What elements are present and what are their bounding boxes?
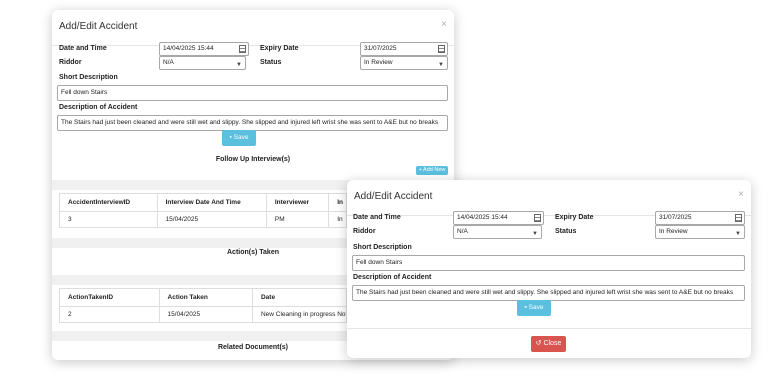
table-row[interactable]: 2 15/04/2025 New Cleaning in progress No… — [59, 306, 348, 323]
status-select[interactable]: In Review ▼ — [655, 225, 745, 239]
table-row[interactable]: 3 15/04/2025 PM In — [59, 211, 347, 228]
column-header: ActionTakenID — [59, 288, 160, 307]
description-input[interactable]: The Stairs had just been cleaned and wer… — [352, 285, 745, 301]
date-time-input[interactable]: 14/04/2025 15:44 — [453, 211, 544, 225]
modal-footer-divider — [347, 328, 751, 329]
table-cell: New Cleaning in progress Notice — [251, 306, 348, 323]
interview-table: AccidentInterviewID Interview Date And T… — [59, 193, 347, 228]
status-label: Status — [260, 59, 282, 66]
riddor-label: Riddor — [353, 228, 376, 235]
description-label: Description of Accident — [59, 104, 138, 111]
table-cell: 2 — [59, 306, 160, 323]
expiry-date-input[interactable]: 31/07/2025 — [655, 211, 745, 225]
short-description-input[interactable]: Fell down Stairs — [57, 85, 448, 101]
close-button-label: Close — [543, 340, 562, 347]
calendar-icon[interactable] — [239, 45, 246, 53]
close-icon[interactable]: × — [738, 189, 744, 200]
add-new-button[interactable]: + Add New — [416, 166, 448, 175]
modal-title: Add/Edit Accident — [59, 21, 138, 32]
table-header-row: ActionTakenID Action Taken Date — [59, 288, 348, 307]
short-description-value: Fell down Stairs — [61, 89, 108, 96]
calendar-icon[interactable] — [438, 45, 445, 53]
table-cell: In — [328, 211, 347, 228]
riddor-select[interactable]: N/A ▼ — [453, 225, 542, 239]
date-time-value: 14/04/2025 15:44 — [163, 45, 214, 52]
save-button-label: Save — [528, 304, 544, 311]
description-label: Description of Accident — [353, 274, 432, 281]
expiry-date-label: Expiry Date — [260, 45, 299, 52]
expiry-date-value: 31/07/2025 — [364, 45, 397, 52]
riddor-value: N/A — [163, 59, 174, 66]
date-time-input[interactable]: 14/04/2025 15:44 — [159, 42, 249, 56]
expiry-date-value: 31/07/2025 — [659, 214, 692, 221]
status-label: Status — [555, 228, 577, 235]
description-value: The Stairs had just been cleaned and wer… — [61, 119, 439, 126]
table-header-row: AccidentInterviewID Interview Date And T… — [59, 193, 347, 212]
modal-header: Add/Edit Accident × — [52, 10, 454, 46]
front-modal: Add/Edit Accident × Date and Time 14/04/… — [347, 180, 751, 358]
save-button-label: Save — [233, 134, 249, 141]
short-description-label: Short Description — [353, 244, 412, 251]
floppy-icon: ▪ — [524, 304, 527, 311]
date-time-value: 14/04/2025 15:44 — [457, 214, 508, 221]
actions-table: ActionTakenID Action Taken Date 2 15/04/… — [59, 288, 348, 323]
close-button[interactable]: ↺ Close — [531, 336, 566, 352]
table-cell: PM — [265, 211, 330, 228]
status-value: In Review — [659, 228, 688, 235]
description-value: The Stairs had just been cleaned and wer… — [356, 289, 734, 296]
status-select[interactable]: In Review ▼ — [360, 56, 448, 70]
calendar-icon[interactable] — [735, 214, 742, 222]
calendar-icon[interactable] — [534, 214, 541, 222]
status-value: In Review — [364, 59, 393, 66]
riddor-value: N/A — [457, 228, 468, 235]
chevron-down-icon: ▼ — [735, 231, 741, 237]
riddor-label: Riddor — [59, 59, 82, 66]
short-description-input[interactable]: Fell down Stairs — [352, 255, 745, 271]
column-header: In — [328, 193, 347, 212]
short-description-value: Fell down Stairs — [356, 259, 403, 266]
table-cell: 3 — [59, 211, 158, 228]
modal-title: Add/Edit Accident — [354, 191, 433, 202]
column-header: Action Taken — [158, 288, 253, 307]
save-button[interactable]: ▪ Save — [517, 300, 551, 316]
follow-up-heading: Follow Up Interview(s) — [215, 156, 291, 163]
expiry-date-input[interactable]: 31/07/2025 — [360, 42, 448, 56]
expiry-date-label: Expiry Date — [555, 214, 594, 221]
column-header: Interview Date And Time — [156, 193, 267, 212]
save-button[interactable]: ▪ Save — [222, 130, 256, 146]
column-header: Interviewer — [265, 193, 330, 212]
floppy-icon: ▪ — [229, 134, 232, 141]
date-time-label: Date and Time — [59, 45, 107, 52]
description-input[interactable]: The Stairs had just been cleaned and wer… — [57, 115, 448, 131]
table-cell: 15/04/2025 — [156, 211, 267, 228]
undo-icon: ↺ — [535, 340, 542, 347]
chevron-down-icon: ▼ — [236, 62, 242, 68]
date-time-label: Date and Time — [353, 214, 401, 221]
column-header: Date — [251, 288, 348, 307]
chevron-down-icon: ▼ — [532, 231, 538, 237]
table-cell: 15/04/2025 — [158, 306, 253, 323]
riddor-select[interactable]: N/A ▼ — [159, 56, 246, 70]
column-header: AccidentInterviewID — [59, 193, 158, 212]
close-icon[interactable]: × — [441, 19, 447, 30]
short-description-label: Short Description — [59, 74, 118, 81]
chevron-down-icon: ▼ — [438, 62, 444, 68]
